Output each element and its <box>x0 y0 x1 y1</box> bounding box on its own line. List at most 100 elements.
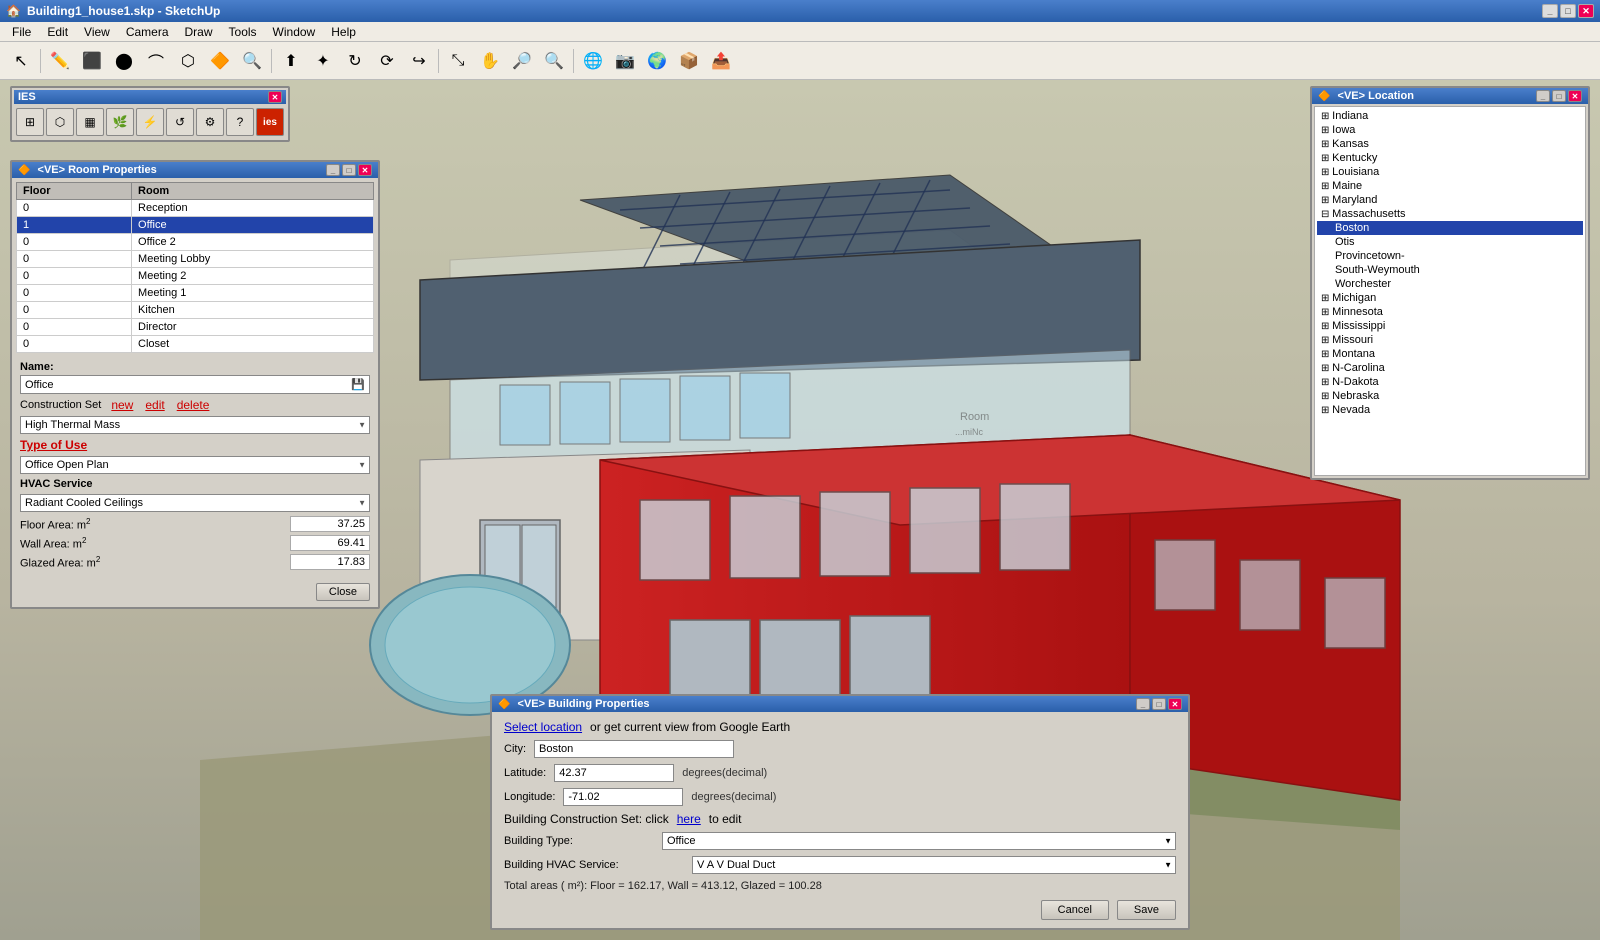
building-type-select[interactable]: Office <box>662 832 1176 850</box>
state-massachusetts[interactable]: Massachusetts <box>1317 207 1583 221</box>
latitude-input[interactable] <box>554 764 674 782</box>
ies-leaf-btn[interactable]: 🌿 <box>106 108 134 136</box>
table-row[interactable]: 1 Office <box>17 217 374 234</box>
city-provincetown[interactable]: Provincetown- <box>1317 249 1583 263</box>
location-tree[interactable]: Indiana Iowa Kansas Kentucky Louisiana M… <box>1314 106 1586 476</box>
zoom-fit-tool[interactable]: 🔍 <box>539 46 569 76</box>
menu-tools[interactable]: Tools <box>221 23 265 41</box>
building-props-maximize[interactable]: □ <box>1152 698 1166 710</box>
menu-window[interactable]: Window <box>265 23 324 41</box>
city-worchester[interactable]: Worchester <box>1317 277 1583 291</box>
select-tool[interactable]: ↖ <box>6 46 36 76</box>
maximize-button[interactable]: □ <box>1560 4 1576 18</box>
building-cancel-button[interactable]: Cancel <box>1041 900 1109 920</box>
pencil-tool[interactable]: ✏️ <box>45 46 75 76</box>
polygon-tool[interactable]: ⬡ <box>173 46 203 76</box>
state-kentucky[interactable]: Kentucky <box>1317 151 1583 165</box>
orbit-tool[interactable]: ✋ <box>475 46 505 76</box>
menu-edit[interactable]: Edit <box>39 23 76 41</box>
state-michigan[interactable]: Michigan <box>1317 291 1583 305</box>
city-otis[interactable]: Otis <box>1317 235 1583 249</box>
hvac-select[interactable]: Radiant Cooled Ceilings <box>20 494 370 512</box>
minimize-button[interactable]: _ <box>1542 4 1558 18</box>
eraser-tool[interactable]: 🔶 <box>205 46 235 76</box>
name-input[interactable]: Office 💾 <box>20 375 370 394</box>
push-pull-tool[interactable]: ⬆ <box>276 46 306 76</box>
menu-help[interactable]: Help <box>323 23 364 41</box>
construction-edit-link[interactable]: edit <box>145 398 164 412</box>
state-iowa[interactable]: Iowa <box>1317 123 1583 137</box>
location-close[interactable]: ✕ <box>1568 90 1582 102</box>
paint-tool[interactable]: 🔍 <box>237 46 267 76</box>
follow-tool[interactable]: ↪ <box>404 46 434 76</box>
state-missouri[interactable]: Missouri <box>1317 333 1583 347</box>
type-of-use-link[interactable]: Type of Use <box>20 438 87 452</box>
save-icon[interactable]: 💾 <box>351 378 365 391</box>
longitude-input[interactable] <box>563 788 683 806</box>
menu-draw[interactable]: Draw <box>177 23 221 41</box>
table-row[interactable]: 0 Meeting 1 <box>17 285 374 302</box>
menu-view[interactable]: View <box>76 23 118 41</box>
state-maryland[interactable]: Maryland <box>1317 193 1583 207</box>
offset-tool[interactable]: ⤡ <box>443 46 473 76</box>
state-minnesota[interactable]: Minnesota <box>1317 305 1583 319</box>
rotate-tool[interactable]: ↻ <box>340 46 370 76</box>
construction-delete-link[interactable]: delete <box>177 398 210 412</box>
building-save-button[interactable]: Save <box>1117 900 1176 920</box>
building-construction-link[interactable]: here <box>677 812 701 826</box>
zoom-in-tool[interactable]: 🔎 <box>507 46 537 76</box>
table-row[interactable]: 0 Meeting Lobby <box>17 251 374 268</box>
state-maine[interactable]: Maine <box>1317 179 1583 193</box>
location-minimize[interactable]: _ <box>1536 90 1550 102</box>
state-nevada[interactable]: Nevada <box>1317 403 1583 417</box>
state-n-carolina[interactable]: N-Carolina <box>1317 361 1583 375</box>
move-tool[interactable]: ✦ <box>308 46 338 76</box>
ies-settings-btn[interactable]: ⚙ <box>196 108 224 136</box>
menu-camera[interactable]: Camera <box>118 23 177 41</box>
location-maximize[interactable]: □ <box>1552 90 1566 102</box>
ies-logo-btn[interactable]: ies <box>256 108 284 136</box>
state-louisiana[interactable]: Louisiana <box>1317 165 1583 179</box>
select-location-link[interactable]: Select location <box>504 720 582 734</box>
state-nebraska[interactable]: Nebraska <box>1317 389 1583 403</box>
geo-tool[interactable]: 🌐 <box>578 46 608 76</box>
ies-table-btn[interactable]: ▦ <box>76 108 104 136</box>
state-mississippi[interactable]: Mississippi <box>1317 319 1583 333</box>
scale-tool[interactable]: ⟳ <box>372 46 402 76</box>
state-indiana[interactable]: Indiana <box>1317 109 1583 123</box>
table-row[interactable]: 0 Meeting 2 <box>17 268 374 285</box>
city-south-weymouth[interactable]: South-Weymouth <box>1317 263 1583 277</box>
construction-select[interactable]: High Thermal Mass <box>20 416 370 434</box>
ies-refresh-btn[interactable]: ↺ <box>166 108 194 136</box>
ies-close-button[interactable]: ✕ <box>268 91 282 103</box>
ies-lightning-btn[interactable]: ⚡ <box>136 108 164 136</box>
state-n-dakota[interactable]: N-Dakota <box>1317 375 1583 389</box>
room-props-close[interactable]: ✕ <box>358 164 372 176</box>
table-row[interactable]: 0 Director <box>17 319 374 336</box>
close-button[interactable]: ✕ <box>1578 4 1594 18</box>
building-props-minimize[interactable]: _ <box>1136 698 1150 710</box>
room-close-button[interactable]: Close <box>316 583 370 601</box>
room-props-minimize[interactable]: _ <box>326 164 340 176</box>
circle-tool[interactable]: ⬤ <box>109 46 139 76</box>
camera2-tool[interactable]: 📷 <box>610 46 640 76</box>
room-props-maximize[interactable]: □ <box>342 164 356 176</box>
city-input[interactable] <box>534 740 734 758</box>
arc-tool[interactable]: ⌒ <box>141 46 171 76</box>
rectangle-tool[interactable]: ⬛ <box>77 46 107 76</box>
building-hvac-select[interactable]: V A V Dual Duct <box>692 856 1176 874</box>
ies-help-btn[interactable]: ? <box>226 108 254 136</box>
table-row[interactable]: 0 Closet <box>17 336 374 353</box>
ies-cube-btn[interactable]: ⬡ <box>46 108 74 136</box>
render-tool[interactable]: 🌍 <box>642 46 672 76</box>
state-montana[interactable]: Montana <box>1317 347 1583 361</box>
state-kansas[interactable]: Kansas <box>1317 137 1583 151</box>
city-boston[interactable]: Boston <box>1317 221 1583 235</box>
building-props-close[interactable]: ✕ <box>1168 698 1182 710</box>
table-row[interactable]: 0 Kitchen <box>17 302 374 319</box>
ies-grid-btn[interactable]: ⊞ <box>16 108 44 136</box>
model-tool[interactable]: 📦 <box>674 46 704 76</box>
type-of-use-select[interactable]: Office Open Plan <box>20 456 370 474</box>
construction-new-link[interactable]: new <box>111 398 133 412</box>
table-row[interactable]: 0 Office 2 <box>17 234 374 251</box>
